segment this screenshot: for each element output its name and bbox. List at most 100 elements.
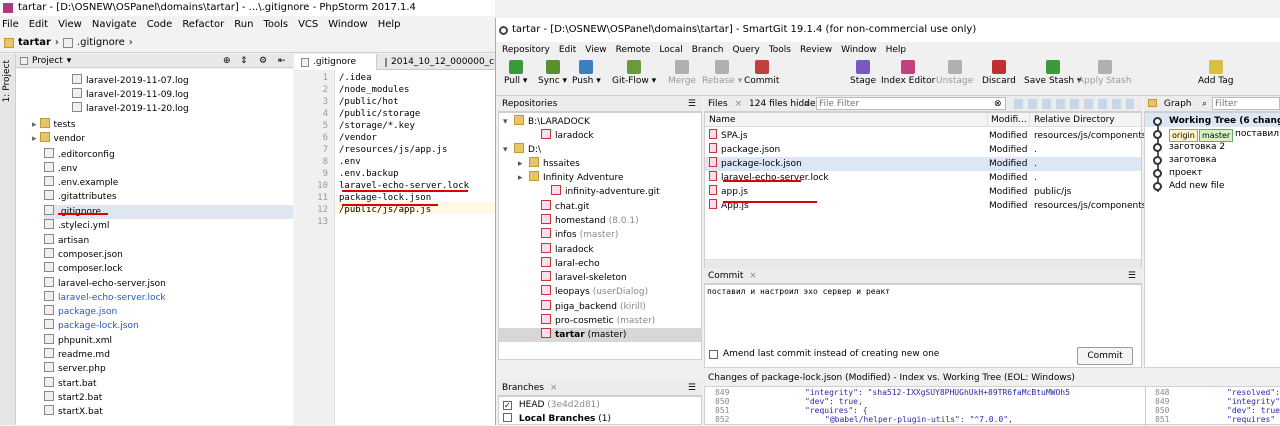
column-name[interactable]: Name (709, 113, 736, 127)
repository-item[interactable]: homestand (8.0.1) (541, 214, 639, 228)
column-directory[interactable]: Relative Directory (1029, 113, 1115, 127)
tree-item[interactable]: laravel-2019-11-09.log (72, 88, 189, 102)
menu-item-edit[interactable]: Edit (559, 45, 576, 55)
tab-migration[interactable]: 2014_10_12_000000_create (379, 54, 497, 70)
repository-item[interactable]: chat.git (541, 200, 589, 214)
close-icon[interactable]: × (735, 99, 743, 109)
menu-item-local[interactable]: Local (659, 45, 682, 55)
column-state[interactable]: Modifi... (987, 113, 1027, 127)
graph-commit[interactable]: заготовка 2 (1169, 140, 1225, 154)
close-icon[interactable]: × (749, 271, 757, 281)
repository-item[interactable]: tartar (master) (499, 328, 701, 342)
tree-item[interactable]: .styleci.yml (44, 219, 109, 233)
local-branch-tag[interactable]: master (1199, 129, 1234, 142)
sync-icon[interactable]: ⊕ (223, 56, 231, 66)
project-label[interactable]: Project (32, 56, 63, 66)
graph-commit[interactable]: Add new file (1169, 179, 1224, 193)
clear-filter-icon[interactable]: ⊗ (994, 96, 1002, 112)
unstage-button[interactable]: Unstage (936, 60, 973, 86)
repository-item[interactable]: laravel-skeleton (541, 271, 627, 285)
repository-item[interactable]: leopays (userDialog) (541, 285, 648, 299)
repository-item[interactable]: piga_backend (kirill) (541, 300, 646, 314)
menu-item-query[interactable]: Query (732, 45, 759, 55)
graph-filter-input[interactable] (1212, 97, 1280, 110)
tree-item[interactable]: package.json (44, 305, 117, 319)
push-button[interactable]: Push ▾ (572, 60, 601, 86)
breadcrumb-file[interactable]: .gitignore (77, 37, 125, 48)
breadcrumb-project[interactable]: tartar (18, 37, 51, 48)
pull-button[interactable]: Pull ▾ (504, 60, 527, 86)
menu-item-run[interactable]: Run (234, 19, 253, 30)
repository-item[interactable]: laradock (541, 243, 594, 257)
tree-item[interactable]: laravel-2019-11-20.log (72, 102, 189, 116)
tree-item[interactable]: readme.md (44, 348, 110, 362)
close-icon[interactable]: × (550, 383, 558, 393)
amend-checkbox-row[interactable]: Amend last commit instead of creating ne… (709, 349, 939, 359)
menu-item-repository[interactable]: Repository (502, 45, 550, 55)
rebase-button[interactable]: Rebase ▾ (702, 60, 742, 86)
graph-commit[interactable]: поставил и (1235, 127, 1280, 141)
repository-item[interactable]: ▸ Infinity Adventure (518, 171, 624, 185)
file-row[interactable]: laravel-echo-server.lock Modified. (705, 171, 1141, 185)
tree-item[interactable]: laravel-echo-server.lock (44, 291, 166, 305)
add-tag-button[interactable]: Add Tag (1198, 60, 1234, 86)
menu-item-view[interactable]: View (58, 19, 82, 30)
project-tool-tab[interactable]: 1: Project (2, 60, 12, 102)
tree-item[interactable]: .env.example (44, 176, 118, 190)
file-row[interactable]: SPA.js Modified resources/js/components (705, 129, 1146, 143)
branch-head[interactable]: ✓ HEAD (3e4d2d81) (503, 398, 600, 412)
tree-item[interactable]: start2.bat (44, 391, 102, 405)
file-row[interactable]: package-lock.json Modified. (705, 157, 1141, 171)
apply-stash-button[interactable]: Apply Stash (1078, 60, 1131, 86)
repository-item[interactable]: laral-echo (541, 257, 600, 271)
repository-item[interactable]: ▾ D:\ (503, 143, 541, 157)
repository-item[interactable]: infinity-adventure.git (551, 185, 660, 199)
chevron-icon[interactable]: ▾ (503, 143, 508, 157)
checkbox-icon[interactable]: ✓ (503, 401, 512, 410)
menu-item-file[interactable]: File (2, 19, 19, 30)
commit-message-input[interactable]: поставил и настроил эхо сервер и реакт (707, 287, 1127, 343)
tree-item[interactable]: .editorconfig (44, 148, 115, 162)
menu-item-vcs[interactable]: VCS (298, 19, 318, 30)
menu-item-code[interactable]: Code (147, 19, 173, 30)
file-row[interactable]: package.json Modified. (705, 143, 1141, 157)
code-editor[interactable]: /.idea/node_modules/public/hot/public/st… (335, 70, 495, 425)
graph-commit[interactable]: заготовка (1169, 153, 1217, 167)
menu-item-window[interactable]: Window (328, 19, 367, 30)
tree-item[interactable]: composer.json (44, 248, 123, 262)
menu-item-tools[interactable]: Tools (769, 45, 791, 55)
menu-item-tools[interactable]: Tools (263, 19, 288, 30)
menu-item-navigate[interactable]: Navigate (92, 19, 137, 30)
tree-item[interactable]: phpunit.xml (44, 334, 112, 348)
tree-item[interactable]: artisan (44, 234, 89, 248)
tree-item[interactable]: .env (44, 162, 77, 176)
tree-item[interactable]: startX.bat (44, 405, 103, 419)
chevron-right-icon[interactable]: ▸ (32, 134, 37, 144)
checkbox-icon[interactable] (709, 349, 718, 359)
branch-local[interactable]: Local Branches (1) (503, 412, 611, 426)
menu-item-help[interactable]: Help (886, 45, 907, 55)
menu-item-help[interactable]: Help (378, 19, 401, 30)
commit-button[interactable]: Commit (1077, 347, 1133, 365)
chevron-down-icon[interactable]: ▾ (67, 56, 72, 66)
repository-item[interactable]: ▾ B:\LARADOCK (503, 115, 590, 129)
discard-button[interactable]: Discard (982, 60, 1016, 86)
repository-item[interactable]: pro-cosmetic (master) (541, 314, 655, 328)
tree-item[interactable]: ▸ vendor (32, 132, 85, 146)
menu-item-review[interactable]: Review (800, 45, 832, 55)
remote-branch-tag[interactable]: origin (1169, 129, 1198, 142)
tree-item[interactable]: .gitignore (44, 205, 293, 219)
file-row[interactable]: app.js Modified public/js (705, 185, 1141, 199)
stage-button[interactable]: Stage (850, 60, 876, 86)
file-filter-input[interactable] (816, 97, 1006, 110)
index-editor-button[interactable]: Index Editor (881, 60, 935, 86)
gear-icon[interactable]: ⚙ (259, 56, 267, 66)
chevron-right-icon[interactable]: ▸ (32, 120, 37, 130)
commit-button[interactable]: Commit (744, 60, 779, 86)
menu-item-remote[interactable]: Remote (616, 45, 651, 55)
chevron-icon[interactable]: ▸ (518, 171, 523, 185)
tree-item[interactable]: package-lock.json (44, 319, 139, 333)
tree-item[interactable]: ▸ tests (32, 118, 76, 132)
tree-item[interactable]: server.php (44, 362, 106, 376)
menu-item-branch[interactable]: Branch (692, 45, 724, 55)
